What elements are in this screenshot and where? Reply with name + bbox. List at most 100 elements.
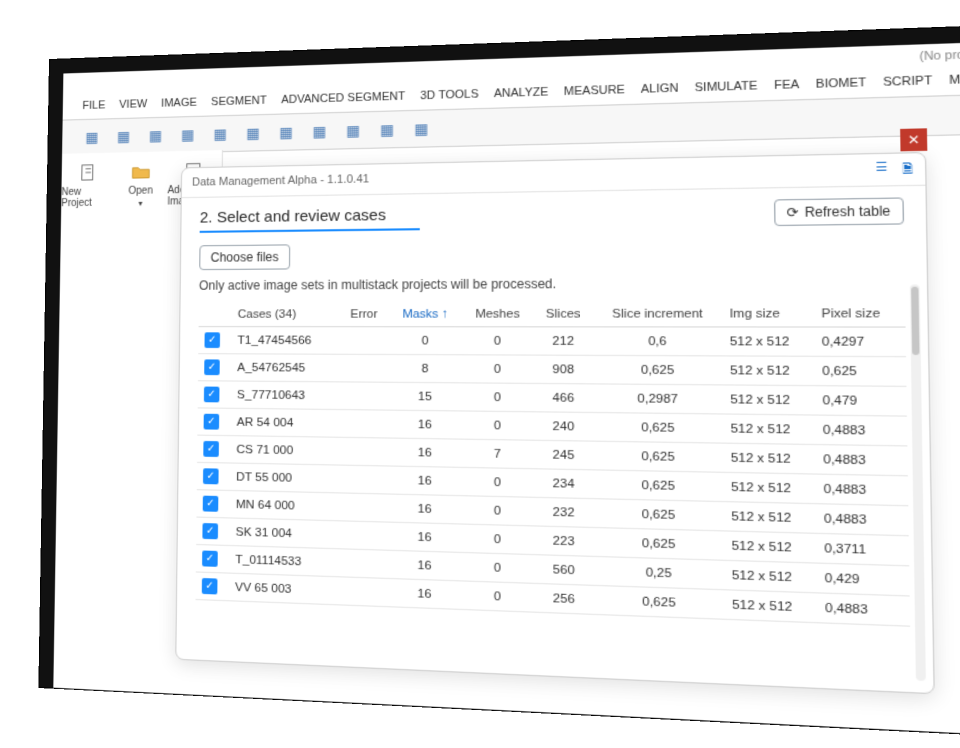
cell-error [339, 382, 389, 410]
cell-masks: 8 [389, 354, 462, 382]
menu-item[interactable]: ALIGN [641, 82, 679, 96]
cell-masks: 16 [388, 550, 462, 581]
cell-slices: 223 [534, 526, 594, 556]
row-checkbox[interactable]: ✓ [202, 578, 218, 594]
ribbon-icon[interactable]: ▦ [113, 126, 133, 147]
row-checkbox[interactable]: ✓ [203, 441, 219, 457]
new-project-button[interactable]: New Project [61, 153, 115, 219]
cases-table: Cases (34) Error Masks Meshes Slices Sli… [196, 301, 911, 626]
cell-masks: 16 [388, 522, 462, 552]
menu-item[interactable]: MY TAB [949, 72, 960, 87]
cell-meshes: 0 [462, 496, 534, 526]
menu-item[interactable]: SEGMENT [211, 94, 267, 108]
cell-meshes: 0 [462, 355, 534, 384]
cell-masks: 16 [388, 466, 461, 496]
ribbon-icon[interactable]: ▦ [242, 122, 263, 143]
info-note: Only active image sets in multistack pro… [199, 274, 905, 293]
row-checkbox[interactable]: ✓ [202, 523, 218, 539]
cell-masks: 16 [388, 578, 462, 609]
cell-error [337, 577, 387, 607]
menu-item[interactable]: BIOMET [816, 76, 867, 91]
cell-px: 0,4883 [816, 504, 908, 536]
cell-inc: 0,625 [593, 441, 723, 472]
menu-item[interactable]: FEA [774, 78, 799, 92]
menu-item[interactable]: SIMULATE [695, 80, 758, 95]
cell-error [338, 521, 388, 550]
menu-item[interactable]: ANALYZE [494, 86, 548, 100]
open-button[interactable]: Open▾ [114, 151, 168, 217]
cell-inc: 0,625 [593, 412, 723, 443]
row-checkbox[interactable]: ✓ [203, 468, 219, 484]
cell-img: 512 x 512 [724, 531, 817, 563]
cell-name: AR 54 004 [230, 408, 338, 437]
ribbon-icon[interactable]: ▦ [82, 127, 102, 148]
row-checkbox[interactable]: ✓ [203, 496, 219, 512]
col-slice-increment[interactable]: Slice increment [593, 302, 723, 327]
close-button[interactable]: ✕ [900, 128, 927, 151]
cell-inc: 0,625 [593, 355, 723, 385]
cell-name: MN 64 000 [230, 490, 339, 520]
menu-item[interactable]: IMAGE [161, 96, 197, 109]
cell-meshes: 0 [462, 411, 534, 440]
menu-item[interactable]: MEASURE [564, 84, 625, 99]
menu-item[interactable]: 3D TOOLS [420, 88, 478, 102]
row-checkbox[interactable]: ✓ [204, 332, 220, 348]
cell-error [338, 410, 388, 438]
menu-icon[interactable]: ☰ [875, 159, 887, 181]
cell-inc: 0,625 [594, 470, 724, 502]
ribbon-icon[interactable]: ▦ [145, 125, 165, 146]
row-checkbox[interactable]: ✓ [204, 414, 220, 430]
menu-item[interactable]: SCRIPT [883, 74, 932, 89]
new-file-icon [77, 162, 99, 185]
col-cases[interactable]: Cases (34) [231, 303, 339, 327]
row-checkbox[interactable]: ✓ [204, 387, 220, 403]
cell-px: 0,4297 [814, 327, 906, 357]
ribbon-icon[interactable]: ▦ [210, 123, 231, 144]
menu-item[interactable]: ADVANCED SEGMENT [281, 90, 405, 106]
choose-files-button[interactable]: Choose files [199, 244, 290, 270]
col-pixel-size[interactable]: Pixel size [814, 301, 905, 327]
cell-px: 0,625 [815, 356, 907, 386]
cell-name: T1_47454566 [231, 327, 339, 355]
cell-slices: 908 [534, 355, 594, 384]
cell-name: T_01114533 [229, 545, 338, 576]
refresh-table-button[interactable]: ⟳Refresh table [774, 197, 904, 226]
cell-meshes: 0 [461, 524, 533, 555]
ribbon-icon[interactable]: ▦ [410, 118, 432, 140]
cell-name: DT 55 000 [230, 463, 338, 493]
chevron-down-icon: ▾ [138, 199, 142, 208]
table-row[interactable]: ✓T1_47454566002120,6512 x 5120,4297 [198, 327, 906, 357]
cell-inc: 0,625 [594, 527, 725, 560]
ribbon-icon[interactable]: ▦ [275, 121, 296, 142]
refresh-icon: ⟳ [787, 205, 799, 221]
cell-masks: 0 [389, 327, 462, 355]
col-error[interactable]: Error [339, 303, 389, 327]
ribbon-icon[interactable]: ▦ [177, 124, 197, 145]
col-masks[interactable]: Masks [389, 303, 462, 327]
cell-masks: 16 [388, 410, 461, 439]
cell-px: 0,4883 [816, 445, 908, 476]
ribbon-icon[interactable]: ▦ [309, 121, 330, 142]
col-slices[interactable]: Slices [533, 302, 593, 327]
col-meshes[interactable]: Meshes [462, 302, 534, 326]
cell-inc: 0,625 [594, 585, 725, 619]
ribbon-icon[interactable]: ▦ [342, 120, 363, 141]
cell-inc: 0,2987 [593, 384, 723, 414]
cell-px: 0,4883 [816, 474, 908, 506]
cell-img: 512 x 512 [725, 560, 818, 593]
menu-item[interactable]: FILE [82, 99, 105, 112]
ribbon-icon[interactable]: ▦ [376, 119, 397, 141]
cell-name: CS 71 000 [230, 436, 338, 465]
menu-item[interactable]: VIEW [119, 98, 147, 111]
cell-error [338, 549, 388, 579]
cell-error [338, 465, 388, 494]
row-checkbox[interactable]: ✓ [202, 550, 218, 566]
cell-inc: 0,6 [593, 327, 723, 356]
col-img-size[interactable]: Img size [722, 302, 814, 327]
cell-img: 512 x 512 [723, 327, 815, 356]
cell-error [339, 354, 389, 382]
row-checkbox[interactable]: ✓ [204, 359, 220, 375]
cell-name: A_54762545 [231, 354, 339, 382]
monitor-frame: (No project loaded) - Materialise Mimics… [39, 18, 960, 748]
document-icon[interactable]: 🗎 [902, 158, 913, 180]
